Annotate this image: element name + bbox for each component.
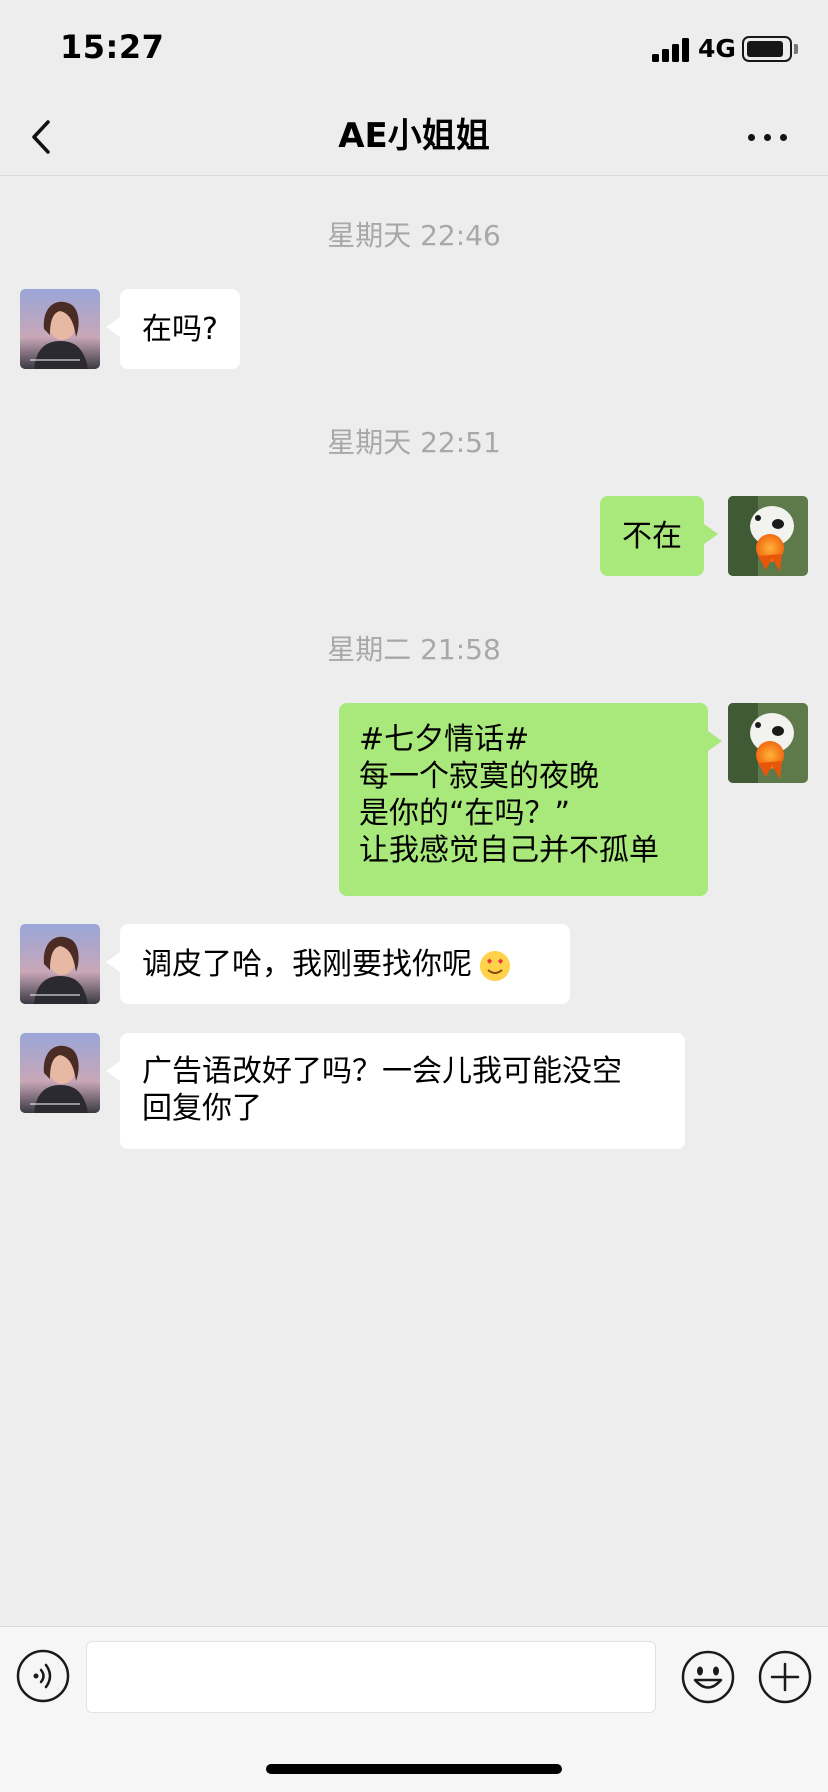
heart-eyes-emoji-icon [480,950,510,981]
signal-icon [652,38,692,62]
girl-avatar-image [20,924,100,1004]
incoming-message[interactable]: 在吗? [106,289,240,369]
outgoing-message[interactable]: #七夕情话# 每一个寂寞的夜晚 是你的“在吗？” 让我感觉自己并不孤单 [339,703,722,896]
status-bar: 15:27 4G [0,0,828,100]
incoming-message[interactable]: 广告语改好了吗？一会儿我可能没空 回复你了 [106,1033,685,1149]
more-dots-icon [748,134,755,141]
contact-avatar[interactable] [20,924,100,1004]
contact-avatar[interactable] [20,1033,100,1113]
plus-icon [758,1650,812,1704]
voice-icon [16,1649,70,1703]
dog-avatar-image [728,496,808,576]
chat-title: AE小姐姐 [338,116,490,156]
voice-button[interactable] [16,1649,70,1703]
message-text: 调皮了哈，我刚要找你呢 [142,947,472,982]
girl-avatar-image [20,289,100,369]
message-timestamp: 星期天 22:46 [327,219,501,252]
message-timestamp: 星期天 22:51 [327,426,501,459]
dog-avatar-image [728,703,808,783]
emoji-button[interactable] [680,1649,736,1705]
my-avatar[interactable] [728,496,808,576]
girl-avatar-image [20,1033,100,1113]
message-timestamp: 星期二 21:58 [327,633,501,666]
nav-bar: AE小姐姐 [0,100,828,176]
home-indicator[interactable] [266,1764,562,1774]
more-button[interactable] [740,112,796,162]
more-actions-button[interactable] [757,1649,813,1705]
battery-icon [742,36,792,62]
contact-avatar[interactable] [20,289,100,369]
incoming-message[interactable]: 调皮了哈，我刚要找你呢 [106,924,570,1004]
battery-tip [794,44,798,54]
message-input[interactable] [86,1641,656,1713]
my-avatar[interactable] [728,703,808,783]
status-time: 15:27 [60,28,165,66]
outgoing-message[interactable]: 不在 [600,496,718,576]
network-type: 4G [698,34,736,63]
emoji-icon [681,1650,735,1704]
